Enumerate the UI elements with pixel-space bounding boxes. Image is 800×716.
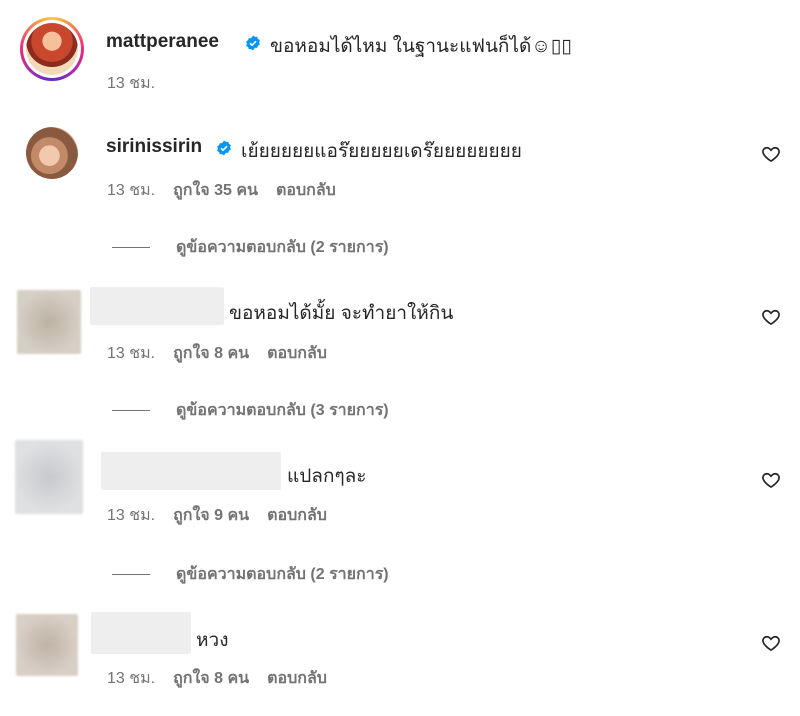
comment-text: หวง xyxy=(196,630,229,651)
comment-meta: 13 ชม. ถูกใจ 8 คน ตอบกลับ xyxy=(107,666,345,691)
comment-meta: 13 ชม. ถูกใจ 35 คน ตอบกลับ xyxy=(107,178,354,203)
reply-button[interactable]: ตอบกลับ xyxy=(267,345,327,362)
view-replies-label: ดูข้อความตอบกลับ (2 รายการ) xyxy=(176,239,389,256)
post-author-username[interactable]: mattperanee xyxy=(106,31,219,53)
comment-text: ขอหอมได้มั้ย จะทำยาให้กิน xyxy=(229,303,454,324)
comment-avatar[interactable] xyxy=(26,127,78,179)
view-replies-label: ดูข้อความตอบกลับ (3 รายการ) xyxy=(176,402,389,419)
post-caption: ขอหอมได้ไหม ในฐานะแฟนก็ได้☺▯▯ xyxy=(270,36,572,57)
verified-badge-icon xyxy=(246,35,260,51)
heart-outline-icon[interactable] xyxy=(761,470,781,490)
comment-username[interactable] xyxy=(90,287,224,325)
post-meta: 13 ชม. xyxy=(107,71,173,96)
view-replies-button[interactable]: ดูข้อความตอบกลับ (3 รายการ) xyxy=(112,398,389,423)
comment-avatar[interactable] xyxy=(17,290,81,354)
comment-text: เย้ยยยยยแอร๊ยยยยยเดร๊ยยยยยยยย xyxy=(241,141,522,162)
comment-meta: 13 ชม. ถูกใจ 9 คน ตอบกลับ xyxy=(107,503,345,528)
comment-username[interactable]: sirinissirin xyxy=(106,136,202,158)
comment-likes[interactable]: ถูกใจ 9 คน xyxy=(173,507,249,524)
comment-username[interactable] xyxy=(91,612,191,654)
comment-time: 13 ชม. xyxy=(107,507,156,524)
comment-time: 13 ชม. xyxy=(107,670,156,687)
view-replies-button[interactable]: ดูข้อความตอบกลับ (2 รายการ) xyxy=(112,562,389,587)
view-replies-button[interactable]: ดูข้อความตอบกลับ (2 รายการ) xyxy=(112,235,389,260)
replies-divider xyxy=(112,410,150,411)
post-time: 13 ชม. xyxy=(107,75,156,92)
comment-avatar[interactable] xyxy=(16,614,78,676)
comment-meta: 13 ชม. ถูกใจ 8 คน ตอบกลับ xyxy=(107,341,345,366)
replies-divider xyxy=(112,247,150,248)
comment-likes[interactable]: ถูกใจ 8 คน xyxy=(173,345,249,362)
comment-text: แปลกๆละ xyxy=(287,466,367,487)
reply-button[interactable]: ตอบกลับ xyxy=(267,670,327,687)
comment-avatar[interactable] xyxy=(15,440,83,514)
reply-button[interactable]: ตอบกลับ xyxy=(276,182,336,199)
replies-divider xyxy=(112,574,150,575)
verified-badge-icon xyxy=(217,140,231,156)
heart-outline-icon[interactable] xyxy=(761,633,781,653)
comment-time: 13 ชม. xyxy=(107,182,156,199)
avatar-image xyxy=(26,23,78,75)
post-author-avatar[interactable] xyxy=(20,17,84,81)
heart-outline-icon[interactable] xyxy=(761,144,781,164)
heart-outline-icon[interactable] xyxy=(761,307,781,327)
comment-likes[interactable]: ถูกใจ 35 คน xyxy=(173,182,258,199)
reply-button[interactable]: ตอบกลับ xyxy=(267,507,327,524)
comment-username[interactable] xyxy=(101,452,281,490)
view-replies-label: ดูข้อความตอบกลับ (2 รายการ) xyxy=(176,566,389,583)
comment-time: 13 ชม. xyxy=(107,345,156,362)
comment-likes[interactable]: ถูกใจ 8 คน xyxy=(173,670,249,687)
